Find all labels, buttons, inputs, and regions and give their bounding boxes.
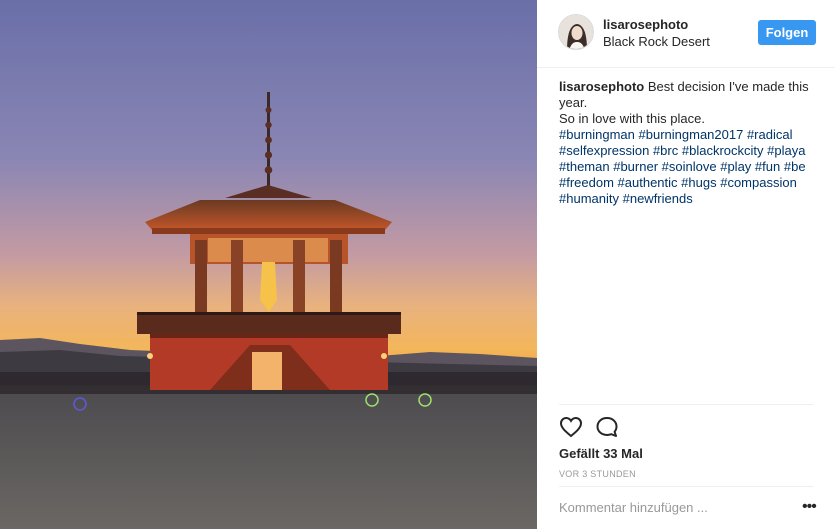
likes-count[interactable]: Gefällt 33 Mal (559, 446, 643, 461)
hashtag-link[interactable]: #playa (767, 143, 805, 158)
hashtag-link[interactable]: #play (720, 159, 751, 174)
avatar-image (559, 15, 593, 49)
hashtag-link[interactable]: #brc (653, 143, 678, 158)
heart-icon[interactable] (559, 415, 583, 439)
hashtag-link[interactable]: #burner (613, 159, 658, 174)
hashtag-link[interactable]: #fun (755, 159, 780, 174)
comment-section: ••• (559, 486, 817, 529)
hashtag-link[interactable]: #be (784, 159, 806, 174)
hashtag-link[interactable]: #humanity (559, 191, 619, 206)
follow-button[interactable]: Folgen (758, 20, 816, 45)
caption-text-1: Best decision I've made this (647, 79, 809, 94)
comment-input[interactable] (559, 500, 779, 515)
hashtag-link[interactable]: #burningman2017 (639, 127, 744, 142)
post-caption: lisarosephoto Best decision I've made th… (559, 79, 835, 207)
caption-line-2: year. (559, 95, 588, 110)
caption-line-3: So in love with this place. (559, 111, 705, 126)
caption-username[interactable]: lisarosephoto (559, 79, 644, 94)
hashtag-row: #selfexpression #brc #blackrockcity #pla… (559, 143, 835, 159)
hashtag-row: #burningman #burningman2017 #radical (559, 127, 835, 143)
post-sidebar: lisarosephoto Black Rock Desert Folgen l… (537, 0, 835, 529)
hashtag-link[interactable]: #freedom (559, 175, 614, 190)
post-photo[interactable] (0, 0, 537, 529)
hashtag-link[interactable]: #theman (559, 159, 610, 174)
hashtag-row: #theman #burner #soinlove #play #fun #be (559, 159, 835, 175)
hashtag-link[interactable]: #hugs (681, 175, 716, 190)
hashtag-row: #humanity #newfriends (559, 191, 835, 207)
caption-line-1: lisarosephoto Best decision I've made th… (559, 79, 835, 95)
hashtag-link[interactable]: #blackrockcity (682, 143, 764, 158)
post-timestamp[interactable]: VOR 3 STUNDEN (559, 469, 636, 479)
hashtag-link[interactable]: #compassion (720, 175, 797, 190)
hashtag-link[interactable]: #burningman (559, 127, 635, 142)
post-header: lisarosephoto Black Rock Desert Folgen (537, 0, 835, 68)
more-options-icon[interactable]: ••• (802, 499, 817, 515)
photo-image (0, 0, 537, 529)
hashtag-link[interactable]: #selfexpression (559, 143, 649, 158)
avatar[interactable] (558, 14, 594, 50)
comment-icon[interactable] (595, 415, 619, 439)
post-actions: Gefällt 33 Mal VOR 3 STUNDEN (559, 404, 814, 484)
author-location[interactable]: Black Rock Desert (603, 34, 710, 49)
hashtag-link[interactable]: #soinlove (662, 159, 717, 174)
hashtag-link[interactable]: #radical (747, 127, 793, 142)
hashtag-link[interactable]: #authentic (618, 175, 678, 190)
hashtag-link[interactable]: #newfriends (623, 191, 693, 206)
author-username[interactable]: lisarosephoto (603, 17, 688, 32)
hashtag-row: #freedom #authentic #hugs #compassion (559, 175, 835, 191)
